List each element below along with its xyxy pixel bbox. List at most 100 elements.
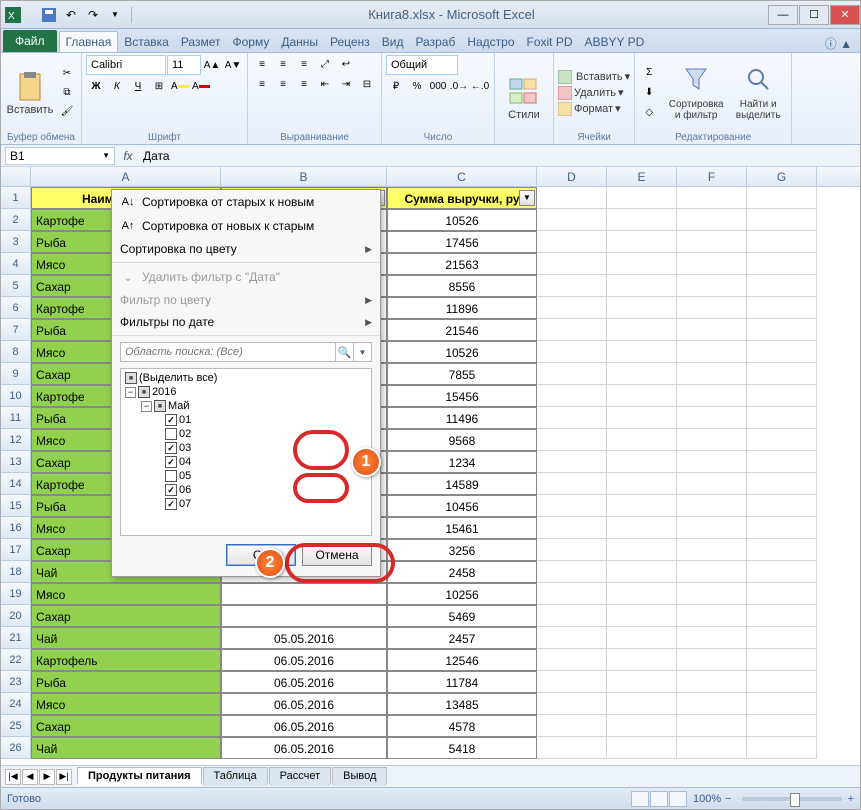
format-painter-icon[interactable]: 🖌 (57, 103, 77, 121)
cell[interactable] (607, 693, 677, 715)
cell[interactable] (677, 187, 747, 209)
cell[interactable]: Картофель (31, 649, 221, 671)
ribbon-tab-2[interactable]: Размет (175, 32, 227, 52)
merge-icon[interactable]: ⊟ (357, 75, 377, 93)
row-header[interactable]: 23 (1, 671, 31, 693)
day-checkbox[interactable] (165, 414, 177, 426)
column-header-A[interactable]: A (31, 167, 221, 186)
cell[interactable] (747, 693, 817, 715)
search-dropdown-icon[interactable]: ▼ (354, 342, 372, 362)
cell[interactable] (747, 363, 817, 385)
cell[interactable]: Сахар (31, 715, 221, 737)
underline-icon[interactable]: Ч (128, 77, 148, 95)
cell[interactable] (607, 517, 677, 539)
zoom-out-icon[interactable]: − (725, 793, 731, 805)
cell[interactable] (607, 385, 677, 407)
cell[interactable]: 11896 (387, 297, 537, 319)
cell[interactable] (607, 671, 677, 693)
day-checkbox[interactable] (165, 470, 177, 482)
filter-day-row[interactable]: 03 (123, 441, 369, 455)
cell[interactable]: 1234 (387, 451, 537, 473)
cell[interactable] (677, 561, 747, 583)
day-checkbox[interactable] (165, 484, 177, 496)
cell[interactable] (537, 209, 607, 231)
cell[interactable] (607, 363, 677, 385)
cell[interactable] (607, 209, 677, 231)
cell[interactable] (677, 297, 747, 319)
row-header[interactable]: 9 (1, 363, 31, 385)
maximize-button[interactable]: ☐ (799, 5, 829, 25)
help-icon[interactable]: ⓘ ▲ (817, 35, 860, 52)
page-layout-view-icon[interactable] (650, 791, 668, 807)
cell[interactable]: 9568 (387, 429, 537, 451)
cell[interactable] (607, 341, 677, 363)
cell[interactable] (537, 473, 607, 495)
sort-ascending-item[interactable]: A↓ Сортировка от старых к новым (112, 190, 380, 214)
cell[interactable] (747, 495, 817, 517)
sort-by-color-item[interactable]: Сортировка по цвету ▶ (112, 238, 380, 260)
redo-icon[interactable]: ↷ (83, 5, 103, 25)
cell[interactable] (677, 495, 747, 517)
cell[interactable] (747, 715, 817, 737)
row-header[interactable]: 25 (1, 715, 31, 737)
page-break-view-icon[interactable] (669, 791, 687, 807)
zoom-in-icon[interactable]: + (848, 793, 854, 805)
filter-day-row[interactable]: 01 (123, 413, 369, 427)
row-header[interactable]: 4 (1, 253, 31, 275)
cell[interactable]: 4578 (387, 715, 537, 737)
cell[interactable]: 2457 (387, 627, 537, 649)
cell[interactable] (677, 583, 747, 605)
cell[interactable] (221, 583, 387, 605)
row-header[interactable]: 17 (1, 539, 31, 561)
cell[interactable]: 10526 (387, 209, 537, 231)
cell[interactable] (537, 715, 607, 737)
cell[interactable] (747, 539, 817, 561)
sheet-nav-first-icon[interactable]: |◀ (5, 769, 21, 785)
day-checkbox[interactable] (165, 442, 177, 454)
row-header[interactable]: 24 (1, 693, 31, 715)
cell[interactable] (677, 429, 747, 451)
cell[interactable]: 10256 (387, 583, 537, 605)
align-right-icon[interactable]: ≡ (294, 75, 314, 93)
cell[interactable] (537, 517, 607, 539)
cell[interactable] (677, 473, 747, 495)
cell[interactable]: Рыба (31, 671, 221, 693)
select-all-corner[interactable] (1, 167, 31, 186)
comma-icon[interactable]: 000 (428, 77, 448, 95)
cell[interactable] (537, 539, 607, 561)
name-box[interactable]: B1▼ (5, 147, 115, 165)
row-header[interactable]: 19 (1, 583, 31, 605)
cell[interactable] (677, 341, 747, 363)
cell[interactable] (537, 561, 607, 583)
cell[interactable] (677, 275, 747, 297)
cell[interactable] (747, 253, 817, 275)
cell[interactable]: Сумма выручки, ру▼ (387, 187, 537, 209)
ribbon-tab-7[interactable]: Разраб (409, 32, 461, 52)
indent-inc-icon[interactable]: ⇥ (336, 75, 356, 93)
row-header[interactable]: 14 (1, 473, 31, 495)
cell[interactable] (607, 583, 677, 605)
align-center-icon[interactable]: ≡ (273, 75, 293, 93)
cell[interactable] (747, 473, 817, 495)
row-header[interactable]: 10 (1, 385, 31, 407)
row-header[interactable]: 16 (1, 517, 31, 539)
cell[interactable]: 12546 (387, 649, 537, 671)
cell[interactable] (537, 187, 607, 209)
ribbon-tab-1[interactable]: Вставка (118, 32, 175, 52)
sheet-nav-prev-icon[interactable]: ◀ (22, 769, 38, 785)
cell[interactable] (537, 341, 607, 363)
cell[interactable] (607, 231, 677, 253)
qat-dropdown-icon[interactable]: ▼ (105, 5, 125, 25)
cell[interactable] (677, 517, 747, 539)
cell[interactable]: 17456 (387, 231, 537, 253)
cell[interactable] (607, 605, 677, 627)
cell[interactable]: 13485 (387, 693, 537, 715)
sheet-tab[interactable]: Рассчет (269, 767, 332, 786)
filter-day-row[interactable]: 07 (123, 497, 369, 511)
cell[interactable] (607, 539, 677, 561)
cell[interactable] (747, 649, 817, 671)
cell[interactable] (747, 451, 817, 473)
ribbon-tab-0[interactable]: Главная (59, 31, 119, 52)
row-header[interactable]: 5 (1, 275, 31, 297)
cell[interactable] (677, 671, 747, 693)
